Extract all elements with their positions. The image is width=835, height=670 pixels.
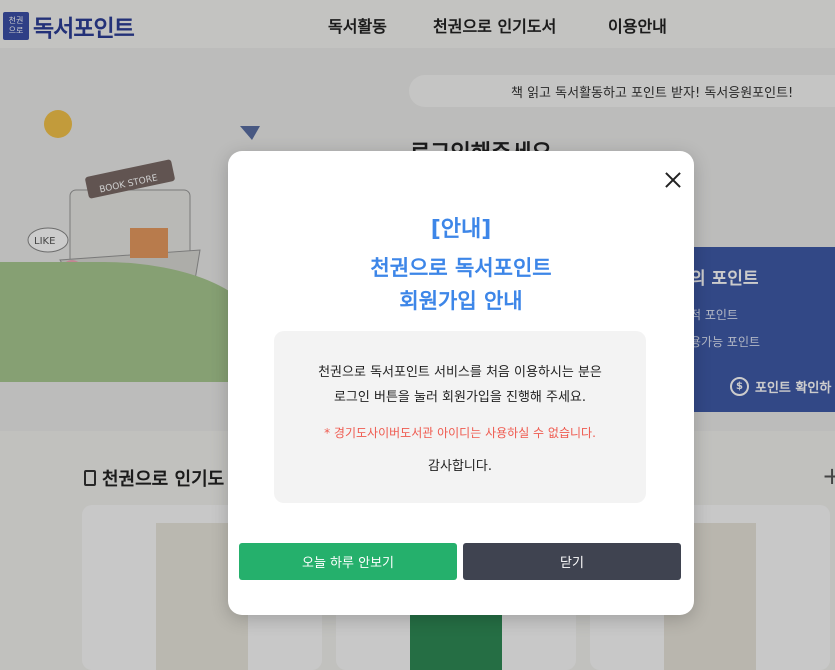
close-button[interactable]: 닫기 xyxy=(463,543,681,580)
modal-title: 천권으로 독서포인트 회원가입 안내 xyxy=(228,252,694,318)
modal-title-line1: 천권으로 독서포인트 xyxy=(370,256,552,280)
hide-today-button[interactable]: 오늘 하루 안보기 xyxy=(239,543,457,580)
modal-notice-label: [안내] xyxy=(430,217,492,242)
modal-body-line2: 로그인 버튼을 눌러 회원가입을 진행해 주세요. xyxy=(333,390,587,405)
signup-notice-modal: [안내] 천권으로 독서포인트 회원가입 안내 천권으로 독서포인트 서비스를 … xyxy=(228,151,694,615)
modal-message-box: 천권으로 독서포인트 서비스를 처음 이용하시는 분은 로그인 버튼을 눌러 회… xyxy=(274,331,646,503)
modal-title-line2: 회원가입 안내 xyxy=(399,289,523,313)
modal-thanks: 감사합니다. xyxy=(428,459,492,474)
modal-warning: * 경기도사이버도서관 아이디는 사용하실 수 없습니다. xyxy=(324,426,596,440)
close-icon[interactable] xyxy=(663,170,683,190)
modal-body-line1: 천권으로 독서포인트 서비스를 처음 이용하시는 분은 xyxy=(318,365,602,380)
